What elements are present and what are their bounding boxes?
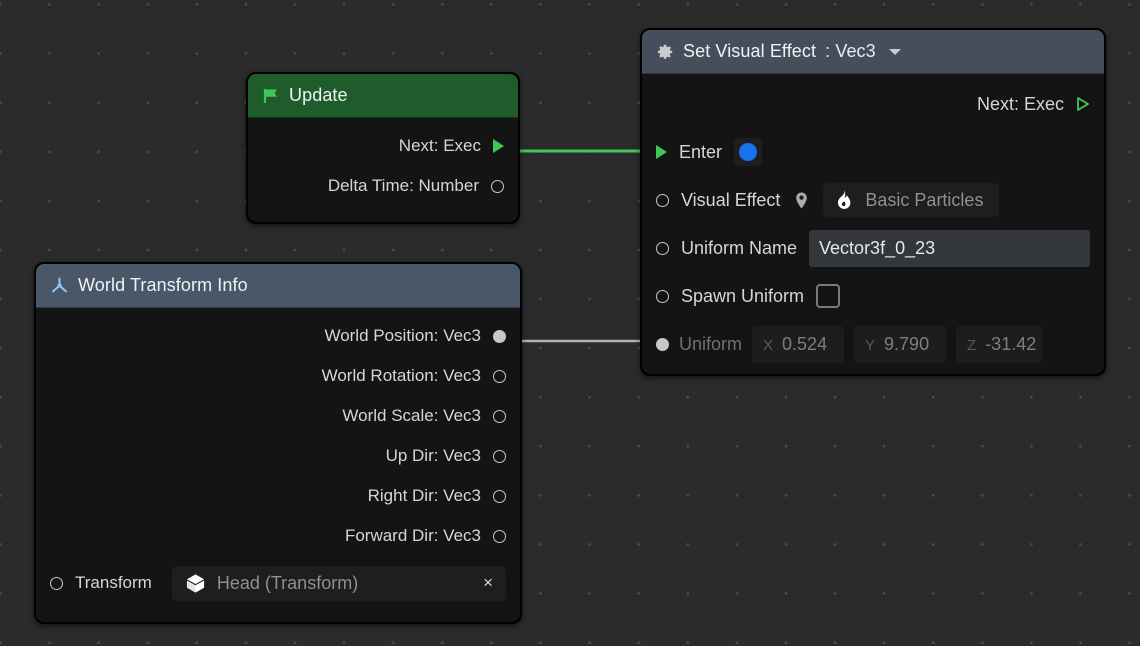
flame-icon	[834, 189, 854, 211]
input-label-uniform-name: Uniform Name	[681, 237, 798, 258]
input-row-visual-effect[interactable]: Visual Effect Basic Particles	[642, 176, 1104, 224]
output-label-delta-time: Delta Time: Number	[327, 176, 479, 195]
uniform-z-value: -31.42	[985, 333, 1037, 354]
input-label-uniform: Uniform	[679, 333, 743, 354]
input-label-visual-effect: Visual Effect	[681, 189, 781, 210]
right-dir-output-port[interactable]	[493, 489, 506, 503]
input-row-spawn-uniform[interactable]: Spawn Uniform	[642, 272, 1104, 320]
output-row-right-dir[interactable]: Right Dir: Vec3	[36, 476, 520, 516]
location-pin-icon[interactable]	[792, 191, 811, 210]
input-row-transform[interactable]: Transform Head (Transform) ×	[36, 556, 520, 610]
node-update-header[interactable]: Update	[248, 74, 518, 118]
exec-output-port[interactable]	[493, 139, 504, 153]
clear-transform-button[interactable]: ×	[465, 573, 493, 593]
spawn-uniform-checkbox[interactable]	[816, 284, 841, 308]
node-set-visual-effect-title-suffix: : Vec3	[825, 41, 876, 61]
spawn-uniform-input-port[interactable]	[656, 289, 669, 303]
uniform-z-axis-label: Z	[967, 336, 977, 354]
node-update-title: Update	[289, 85, 348, 105]
node-set-visual-effect[interactable]: Set Visual Effect : Vec3 Next: Exec Ente…	[640, 28, 1106, 376]
input-row-uniform-name[interactable]: Uniform Name Vector3f_0_23	[642, 224, 1104, 272]
node-update-body: Next: Exec Delta Time: Number	[248, 126, 518, 206]
output-row-up-dir[interactable]: Up Dir: Vec3	[36, 436, 520, 476]
output-label-world-scale: World Scale: Vec3	[342, 406, 481, 425]
cube-icon	[185, 573, 206, 594]
uniform-y-field[interactable]: Y 9.790	[854, 325, 947, 363]
uniform-y-value: 9.790	[884, 333, 930, 354]
uniform-x-value: 0.524	[782, 333, 828, 354]
delta-time-output-port[interactable]	[491, 179, 504, 193]
input-label-transform: Transform	[75, 573, 152, 592]
input-label-spawn-uniform: Spawn Uniform	[681, 285, 805, 306]
transform-asset-name: Head (Transform)	[216, 572, 359, 593]
node-graph-canvas[interactable]: Update Next: Exec Delta Time: Number Wor…	[0, 0, 1140, 646]
uniform-z-field[interactable]: Z -31.42	[956, 325, 1043, 363]
output-label-right-dir: Right Dir: Vec3	[367, 486, 481, 505]
input-row-uniform[interactable]: Uniform X 0.524 Y 9.790 Z -31.42	[642, 320, 1104, 368]
forward-dir-output-port[interactable]	[493, 529, 506, 543]
output-row-world-rotation[interactable]: World Rotation: Vec3	[36, 356, 520, 396]
flag-icon	[262, 87, 280, 105]
node-world-transform-info-title: World Transform Info	[78, 275, 248, 295]
node-world-transform-info-header[interactable]: World Transform Info	[36, 264, 520, 308]
visual-effect-input-port[interactable]	[656, 193, 669, 207]
input-row-enter[interactable]: Enter	[642, 128, 1104, 176]
node-update[interactable]: Update Next: Exec Delta Time: Number	[246, 72, 520, 224]
output-row-forward-dir[interactable]: Forward Dir: Vec3	[36, 516, 520, 556]
output-label-forward-dir: Forward Dir: Vec3	[344, 526, 481, 545]
output-row-next-exec[interactable]: Next: Exec	[248, 126, 518, 166]
transform-input-port[interactable]	[50, 576, 63, 590]
node-set-visual-effect-body: Next: Exec Enter Visual Effect Basic Par…	[642, 80, 1104, 368]
node-set-visual-effect-header[interactable]: Set Visual Effect : Vec3	[642, 30, 1104, 74]
output-label-world-position: World Position: Vec3	[324, 326, 481, 345]
world-rotation-output-port[interactable]	[493, 369, 506, 383]
uniform-name-input[interactable]: Vector3f_0_23	[809, 229, 1090, 267]
enter-color-swatch[interactable]	[734, 138, 763, 166]
output-label-next-exec: Next: Exec	[976, 93, 1064, 114]
up-dir-output-port[interactable]	[493, 449, 506, 463]
output-row-delta-time[interactable]: Delta Time: Number	[248, 166, 518, 206]
visual-effect-asset-chip[interactable]: Basic Particles	[823, 183, 1000, 217]
node-set-visual-effect-title: Set Visual Effect	[683, 41, 817, 61]
world-scale-output-port[interactable]	[493, 409, 506, 423]
visual-effect-asset-name: Basic Particles	[865, 189, 984, 210]
enter-input-port[interactable]	[656, 145, 667, 159]
output-label-next-exec: Next: Exec	[398, 136, 481, 155]
axis-tripod-icon	[50, 276, 69, 295]
gear-icon	[656, 43, 674, 61]
chevron-down-icon[interactable]	[888, 48, 901, 55]
input-label-enter: Enter	[679, 141, 723, 162]
world-position-output-port[interactable]	[493, 329, 506, 343]
node-world-transform-info[interactable]: World Transform Info World Position: Vec…	[34, 262, 522, 624]
uniform-x-axis-label: X	[763, 336, 774, 354]
output-label-world-rotation: World Rotation: Vec3	[321, 366, 481, 385]
uniform-x-field[interactable]: X 0.524	[752, 325, 845, 363]
output-label-up-dir: Up Dir: Vec3	[385, 446, 481, 465]
output-row-next-exec[interactable]: Next: Exec	[642, 80, 1104, 128]
uniform-name-input-port[interactable]	[656, 241, 669, 255]
transform-asset-chip[interactable]: Head (Transform) ×	[171, 565, 506, 601]
exec-output-port[interactable]	[1076, 96, 1090, 112]
uniform-input-port[interactable]	[656, 337, 669, 351]
output-row-world-scale[interactable]: World Scale: Vec3	[36, 396, 520, 436]
node-world-transform-info-body: World Position: Vec3 World Rotation: Vec…	[36, 316, 520, 610]
uniform-y-axis-label: Y	[865, 336, 876, 354]
output-row-world-position[interactable]: World Position: Vec3	[36, 316, 520, 356]
